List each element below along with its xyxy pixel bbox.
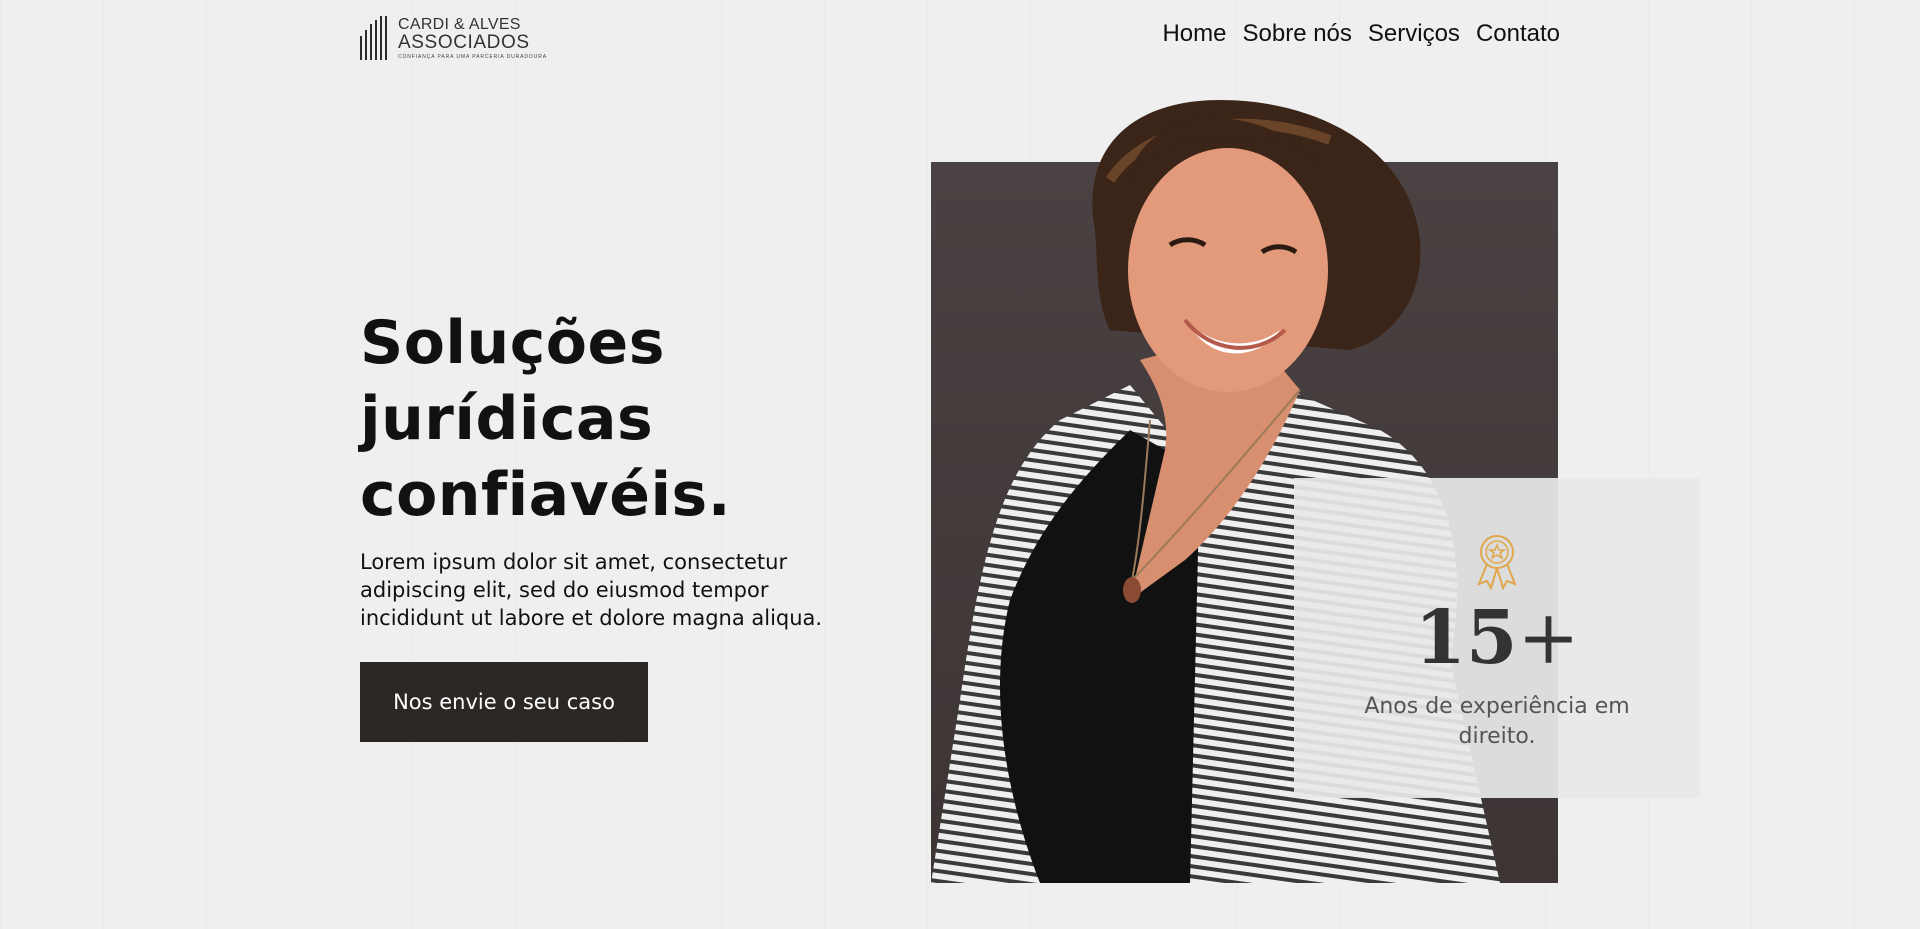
experience-stat-card: 15+ Anos de experiência em direito. [1294,478,1700,798]
experience-number: 15+ [1294,598,1700,678]
award-ribbon-icon [1477,535,1517,590]
experience-number-suffix: + [1517,595,1580,681]
experience-number-value: 15 [1414,595,1518,681]
experience-label: Anos de experiência em direito. [1364,694,1630,749]
